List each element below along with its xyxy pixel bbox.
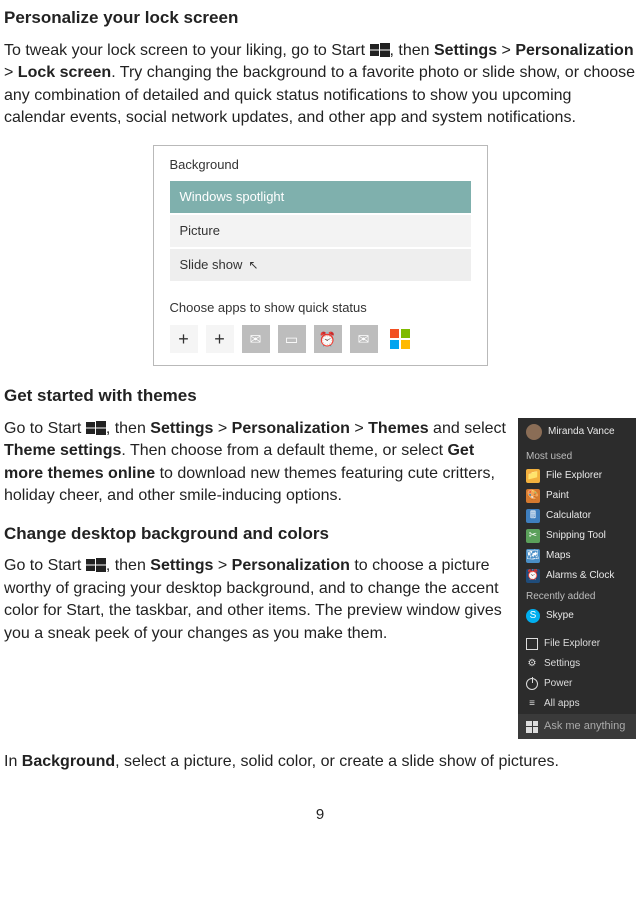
para-lock-screen: To tweak your lock screen to your liking… [4, 40, 636, 130]
text: Go to Start [4, 557, 86, 574]
start-item-all-apps: ≡ All apps [518, 694, 636, 714]
text: , then [390, 42, 434, 59]
label: Maps [546, 549, 570, 563]
para-themes: Go to Start , then Settings > Personaliz… [4, 418, 506, 508]
bold-personalization: Personalization [515, 42, 633, 59]
bold-settings: Settings [150, 420, 213, 437]
bold-lock-screen: Lock screen [18, 64, 111, 81]
start-icon [370, 43, 390, 57]
label: File Explorer [544, 637, 600, 651]
label: Snipping Tool [546, 529, 606, 543]
bold-settings: Settings [434, 42, 497, 59]
page-number: 9 [4, 804, 636, 825]
file-explorer-icon [526, 638, 538, 650]
gear-icon: ⚙ [526, 658, 538, 670]
background-label: Background [170, 156, 471, 174]
all-apps-icon: ≡ [526, 698, 538, 710]
quick-status-apps: + + ✉ ▭ ⏰ ✉ [170, 325, 471, 353]
text: > [4, 64, 18, 81]
option-slide-show: Slide show ↖ [170, 249, 471, 281]
paint-icon: 🎨 [526, 489, 540, 503]
start-icon [86, 558, 106, 572]
snipping-icon: ✂ [526, 529, 540, 543]
start-item-file-explorer: 📁 File Explorer [518, 466, 636, 486]
start-icon [86, 421, 106, 435]
mail-icon: ✉ [350, 325, 378, 353]
user-name: Miranda Vance [548, 425, 615, 439]
bold-themes: Themes [368, 420, 428, 437]
text: , select a picture, solid color, or crea… [115, 753, 559, 770]
most-used-header: Most used [518, 446, 636, 466]
start-item-paint: 🎨 Paint [518, 486, 636, 506]
start-item-maps: 🗺 Maps [518, 546, 636, 566]
add-app-icon: + [170, 325, 198, 353]
start-item-snipping: ✂ Snipping Tool [518, 526, 636, 546]
recently-added-header: Recently added [518, 586, 636, 606]
bold-background: Background [22, 753, 115, 770]
file-explorer-icon: 📁 [526, 469, 540, 483]
label: Settings [544, 657, 580, 671]
power-icon [526, 678, 538, 690]
alarm-icon: ⏰ [526, 569, 540, 583]
skype-icon: S [526, 609, 540, 623]
maps-icon: 🗺 [526, 549, 540, 563]
option-picture: Picture [170, 215, 471, 247]
text: In [4, 753, 22, 770]
calculator-icon: 🖩 [526, 509, 540, 523]
text: , then [106, 420, 150, 437]
start-item-settings: ⚙ Settings [518, 654, 636, 674]
bold-personalization: Personalization [232, 557, 350, 574]
bold-settings: Settings [150, 557, 213, 574]
mail-icon: ✉ [242, 325, 270, 353]
cursor-icon: ↖ [248, 257, 258, 274]
label: Paint [546, 489, 569, 503]
heading-lock-screen: Personalize your lock screen [4, 6, 636, 30]
quick-status-label: Choose apps to show quick status [170, 299, 471, 317]
label: File Explorer [546, 469, 602, 483]
app-icon: ▭ [278, 325, 306, 353]
add-app-icon: + [206, 325, 234, 353]
start-item-alarms: ⏰ Alarms & Clock [518, 566, 636, 586]
text: > [350, 420, 368, 437]
bold-theme-settings: Theme settings [4, 442, 121, 459]
start-menu-user: Miranda Vance [518, 418, 636, 446]
text: To tweak your lock screen to your liking… [4, 42, 370, 59]
start-item-calculator: 🖩 Calculator [518, 506, 636, 526]
start-search: Ask me anything [518, 714, 636, 739]
para-background-select: In Background, select a picture, solid c… [4, 751, 636, 773]
windows-icon [526, 721, 538, 733]
alarm-icon: ⏰ [314, 325, 342, 353]
start-item-skype: S Skype [518, 606, 636, 626]
text: and select [429, 420, 506, 437]
text: > [213, 420, 231, 437]
lock-screen-figure: Background Windows spotlight Picture Sli… [153, 145, 488, 366]
label: Skype [546, 609, 574, 623]
para-background-colors: Go to Start , then Settings > Personaliz… [4, 555, 506, 645]
label: Calculator [546, 509, 591, 523]
text: , then [106, 557, 150, 574]
text: > [213, 557, 231, 574]
start-menu-figure: Miranda Vance Most used 📁 File Explorer 🎨… [518, 418, 636, 739]
start-item-power: Power [518, 674, 636, 694]
start-lower-section: File Explorer ⚙ Settings Power ≡ All apps [518, 632, 636, 714]
option-windows-spotlight: Windows spotlight [170, 181, 471, 213]
microsoft-icon [386, 325, 414, 353]
label: Alarms & Clock [546, 569, 614, 583]
bold-personalization: Personalization [232, 420, 350, 437]
heading-background-colors: Change desktop background and colors [4, 522, 506, 546]
search-placeholder: Ask me anything [544, 719, 625, 734]
label: Power [544, 677, 572, 691]
option-slide-show-label: Slide show [180, 256, 243, 274]
text: > [497, 42, 515, 59]
heading-themes: Get started with themes [4, 384, 636, 408]
label: All apps [544, 697, 580, 711]
text: Go to Start [4, 420, 86, 437]
text: . Then choose from a default theme, or s… [121, 442, 447, 459]
avatar [526, 424, 542, 440]
start-item-file-explorer-lower: File Explorer [518, 634, 636, 654]
